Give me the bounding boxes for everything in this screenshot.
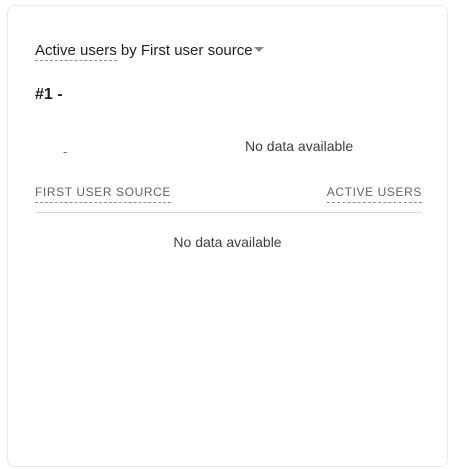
column-header-first-user-source[interactable]: FIRST USER SOURCE	[35, 184, 171, 203]
caret-down-icon	[253, 46, 264, 52]
dimension-label: First user source	[140, 42, 253, 59]
metric-selector[interactable]: Active users	[35, 42, 117, 61]
sparkline-value: -	[63, 144, 68, 159]
column-header-active-users[interactable]: ACTIVE USERS	[326, 184, 422, 203]
dimension-selector[interactable]: First user source	[141, 42, 264, 59]
table-header-divider	[35, 212, 422, 213]
table-no-data: No data available	[173, 234, 282, 250]
card-title: Active users by First user source	[35, 41, 264, 61]
top-rank-label: #1 -	[35, 86, 63, 103]
title-connector: by	[116, 42, 141, 59]
sparkline-no-data: No data available	[245, 138, 354, 154]
active-users-by-source-card: Active users by First user source #1 - -…	[7, 5, 448, 467]
